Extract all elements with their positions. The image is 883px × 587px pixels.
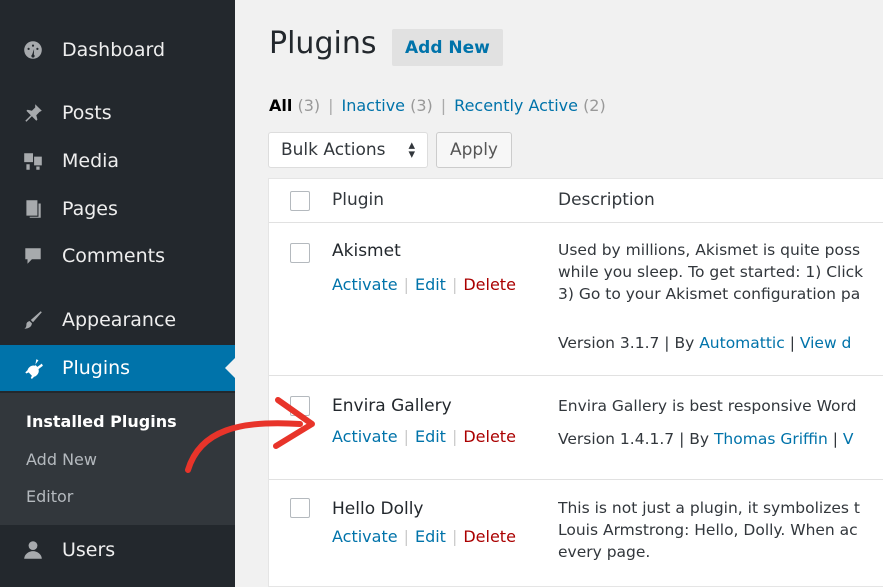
plugin-name: Akismet: [332, 241, 401, 261]
separator: |: [403, 427, 409, 446]
sidebar-item-label: Posts: [62, 102, 112, 124]
add-new-button[interactable]: Add New: [392, 29, 503, 66]
sidebar-item-posts[interactable]: Posts: [0, 90, 235, 136]
description-line: Louis Armstrong: Hello, Dolly. When ac: [558, 521, 858, 539]
separator: |: [451, 275, 458, 294]
table-row: Envira Gallery Activate | Edit | Delete Envi…: [269, 376, 883, 480]
sidebar-item-label: Users: [62, 539, 116, 561]
plugin-icon: [22, 357, 44, 379]
dashboard-icon: [22, 39, 44, 61]
sidebar-item-plugins[interactable]: Plugins: [0, 345, 235, 391]
submenu-editor[interactable]: Editor: [26, 487, 73, 506]
sidebar-item-label: Dashboard: [62, 39, 166, 61]
sidebar-item-pages[interactable]: Pages: [0, 186, 235, 232]
pages-icon: [22, 198, 44, 220]
column-plugin: Plugin: [332, 190, 385, 210]
row-checkbox[interactable]: [290, 243, 310, 263]
admin-sidebar: Dashboard Posts Media Pages Comments App…: [0, 0, 235, 587]
row-actions: Activate | Edit | Delete: [332, 427, 516, 446]
sidebar-item-appearance[interactable]: Appearance: [0, 297, 235, 343]
bulk-actions-select[interactable]: Bulk Actions ▴ ▾: [268, 132, 428, 168]
plugin-name: Envira Gallery: [332, 396, 452, 416]
row-checkbox[interactable]: [290, 498, 310, 518]
sidebar-item-label: Appearance: [62, 309, 177, 331]
description-line: This is not just a plugin, it symbolizes…: [558, 499, 860, 517]
select-arrows-icon: ▴ ▾: [408, 138, 415, 162]
description-line: Envira Gallery is best responsive Word: [558, 397, 857, 415]
brush-icon: [22, 309, 44, 331]
sidebar-item-label: Plugins: [62, 357, 131, 379]
delete-link[interactable]: Delete: [463, 275, 516, 294]
description-line: while you sleep. To get started: 1) Clic…: [558, 263, 864, 281]
select-all-checkbox[interactable]: [290, 191, 310, 211]
table-row: Hello Dolly Activate | Edit | Delete This is…: [269, 480, 883, 587]
table-header: Plugin Description: [269, 179, 883, 223]
column-description: Description: [558, 190, 655, 210]
view-details-link[interactable]: V: [843, 430, 854, 448]
sidebar-item-label: Pages: [62, 198, 118, 220]
activate-link[interactable]: Activate: [332, 275, 398, 294]
plugin-description: Used by millions, Akismet is quite poss …: [558, 239, 883, 305]
description-line: Used by millions, Akismet is quite poss: [558, 241, 861, 259]
author-link[interactable]: Automattic: [699, 334, 785, 352]
filter-all[interactable]: All: [269, 96, 292, 115]
edit-link[interactable]: Edit: [415, 427, 446, 446]
filter-all-count: (3): [297, 96, 321, 115]
separator: |: [784, 334, 800, 352]
sidebar-item-label: Comments: [62, 245, 165, 267]
sidebar-item-label: Media: [62, 150, 120, 172]
view-details-link[interactable]: View d: [800, 334, 852, 352]
separator: |: [403, 275, 409, 294]
activate-link[interactable]: Activate: [332, 527, 398, 546]
sidebar-item-dashboard[interactable]: Dashboard: [0, 27, 235, 73]
separator: |: [328, 96, 334, 115]
sidebar-item-users[interactable]: Users: [0, 527, 235, 573]
media-icon: [22, 150, 44, 172]
edit-link[interactable]: Edit: [415, 275, 446, 294]
plugin-description: This is not just a plugin, it symbolizes…: [558, 497, 883, 563]
current-indicator: [225, 358, 235, 378]
description-line: 3) Go to your Akismet configuration pa: [558, 285, 861, 303]
plugin-name: Hello Dolly: [332, 499, 424, 519]
delete-link[interactable]: Delete: [463, 527, 516, 546]
plugins-table: Plugin Description Akismet Activate | Edit…: [268, 178, 883, 587]
plugin-version: Version 1.4.1.7 | By Thomas Griffin | V: [558, 430, 883, 448]
row-checkbox[interactable]: [290, 396, 310, 416]
page-title: Plugins: [269, 26, 377, 61]
plugin-description: Envira Gallery is best responsive Word: [558, 395, 883, 417]
sidebar-item-comments[interactable]: Comments: [0, 233, 235, 279]
separator: |: [827, 430, 843, 448]
row-actions: Activate | Edit | Delete: [332, 275, 516, 294]
separator: |: [403, 527, 409, 546]
row-actions: Activate | Edit | Delete: [332, 527, 516, 546]
activate-link[interactable]: Activate: [332, 427, 398, 446]
submenu-installed-plugins[interactable]: Installed Plugins: [26, 412, 177, 431]
filter-recent-count: (2): [583, 96, 606, 115]
sidebar-item-media[interactable]: Media: [0, 138, 235, 184]
comment-icon: [22, 245, 44, 267]
plugins-submenu: Installed Plugins Add New Editor: [0, 393, 235, 525]
table-row: Akismet Activate | Edit | Delete Used by mil…: [269, 223, 883, 376]
version-text: Version 3.1.7 | By: [558, 334, 700, 352]
filter-inactive-count: (3): [410, 96, 433, 115]
description-line: every page.: [558, 543, 651, 561]
apply-button[interactable]: Apply: [436, 132, 512, 168]
plugin-filters: All (3) | Inactive (3) | Recently Active (2): [269, 96, 606, 115]
filter-inactive[interactable]: Inactive: [342, 96, 406, 115]
separator: |: [451, 527, 458, 546]
bulk-actions-value: Bulk Actions: [281, 140, 386, 160]
edit-link[interactable]: Edit: [415, 527, 446, 546]
version-text: Version 1.4.1.7 | By: [558, 430, 714, 448]
submenu-add-new[interactable]: Add New: [26, 450, 97, 469]
pin-icon: [22, 102, 44, 124]
plugin-version: Version 3.1.7 | By Automattic | View d: [558, 334, 883, 352]
delete-link[interactable]: Delete: [463, 427, 516, 446]
author-link[interactable]: Thomas Griffin: [714, 430, 828, 448]
user-icon: [22, 539, 44, 561]
separator: |: [440, 96, 447, 115]
separator: |: [451, 427, 458, 446]
main-content: Plugins Add New All (3) | Inactive (3) | Rec…: [235, 0, 883, 587]
filter-recently-active[interactable]: Recently Active: [454, 96, 578, 115]
